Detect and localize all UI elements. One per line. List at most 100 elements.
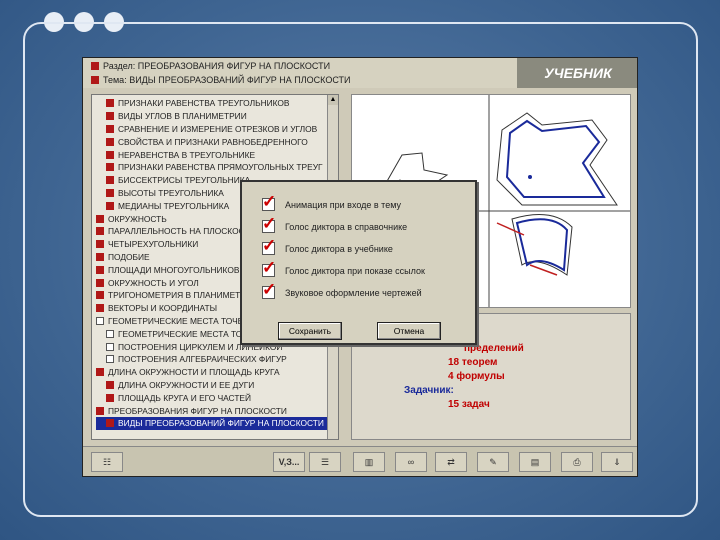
option-checkbox[interactable]: ✓ — [262, 215, 276, 233]
red-box-icon — [106, 99, 114, 108]
empty-box-icon — [96, 316, 104, 325]
dialog-option: ✓ Голос диктора в справочнике — [262, 215, 408, 233]
tree-item-label: ОКРУЖНОСТЬ И УГОЛ — [108, 277, 199, 288]
tree-item[interactable]: ПРИЗНАКИ РАВЕНСТВА ТРЕУГОЛЬНИКОВ — [96, 97, 328, 110]
section-row: Раздел: ПРЕОБРАЗОВАНИЯ ФИГУР НА ПЛОСКОСТ… — [91, 61, 330, 71]
tree-item-label: ДЛИНА ОКРУЖНОСТИ И ПЛОЩАДЬ КРУГА — [108, 367, 280, 378]
tree-item[interactable]: ДЛИНА ОКРУЖНОСТИ И ЕЕ ДУГИ — [96, 379, 328, 392]
red-box-icon — [96, 368, 104, 377]
dialog-option: ✓ Голос диктора при показе ссылок — [262, 259, 425, 277]
option-label: Анимация при входе в тему — [285, 199, 401, 210]
red-box-icon — [96, 278, 104, 287]
option-label: Звуковое оформление чертежей — [285, 287, 422, 298]
empty-box-icon — [106, 329, 114, 338]
red-box-icon — [96, 291, 104, 300]
check-icon: ✓ — [262, 192, 277, 211]
tree-item-label: ОКРУЖНОСТЬ — [108, 213, 167, 224]
arrows-icon[interactable]: ⇄ — [435, 452, 467, 472]
tree-item-label: ПРЕОБРАЗОВАНИЯ ФИГУР НА ПЛОСКОСТИ — [108, 405, 287, 416]
cancel-button[interactable]: Отмена — [377, 322, 441, 340]
toolbar: ☷ V,З... ☰ ▥ ∞ ⇄ ✎ ▤ ⎙ ⇓ — [83, 446, 637, 476]
tree-item[interactable]: ВИДЫ УГЛОВ В ПЛАНИМЕТРИИ — [96, 110, 328, 123]
option-label: Голос диктора в учебнике — [285, 243, 393, 254]
tree-item-label: ГЕОМЕТРИЧЕСКИЕ МЕСТА ТОЧЕК — [108, 315, 249, 326]
option-checkbox[interactable]: ✓ — [262, 193, 276, 211]
tree-item[interactable]: ВИДЫ ПРЕОБРАЗОВАНИЙ ФИГУР НА ПЛОСКОСТИ — [96, 416, 328, 430]
contents-icon[interactable]: ☷ — [91, 452, 123, 472]
red-box-icon — [96, 304, 104, 313]
tree-item-label: ТРИГОНОМЕТРИЯ В ПЛАНИМЕТРИИ — [108, 290, 258, 301]
dialog-option: ✓ Звуковое оформление чертежей — [262, 281, 422, 299]
tree-item-label: ВИДЫ УГЛОВ В ПЛАНИМЕТРИИ — [118, 111, 247, 122]
empty-box-icon — [106, 342, 114, 351]
red-box-icon — [96, 265, 104, 274]
tree-item[interactable]: ДЛИНА ОКРУЖНОСТИ И ПЛОЩАДЬ КРУГА — [96, 366, 328, 379]
tree-item-label: СВОЙСТВА И ПРИЗНАКИ РАВНОБЕДРЕННОГО — [118, 136, 308, 147]
red-box-icon — [106, 176, 114, 185]
save-button[interactable]: Сохранить — [278, 322, 342, 340]
info-theorems: 18 теорем — [448, 357, 498, 368]
tree-item-label: ЧЕТЫРЕХУГОЛЬНИКИ — [108, 239, 199, 250]
tree-item-label: ГЕОМЕТРИЧЕСКИЕ МЕСТА ТОЧЕК — [118, 328, 259, 339]
tree-item[interactable]: ПЛОЩАДЬ КРУГА И ЕГО ЧАСТЕЙ — [96, 391, 328, 404]
exit-icon[interactable]: ⇓ — [601, 452, 633, 472]
tree-item-label: ВЫСОТЫ ТРЕУГОЛЬНИКА — [118, 187, 224, 198]
section-marker — [91, 62, 99, 70]
info-tasks: 15 задач — [448, 399, 490, 410]
tree-item-label: НЕРАВЕНСТВА В ТРЕУГОЛЬНИКЕ — [118, 149, 256, 160]
book-icon[interactable]: ▥ — [353, 452, 385, 472]
glasses-icon[interactable]: ∞ — [395, 452, 427, 472]
red-box-icon — [106, 112, 114, 121]
tree-item-label: БИССЕКТРИСЫ ТРЕУГОЛЬНИКА — [118, 175, 251, 186]
red-box-icon — [96, 252, 104, 261]
option-checkbox[interactable]: ✓ — [262, 237, 276, 255]
tree-item-label: ПАРАЛЛЕЛЬНОСТЬ НА ПЛОСКОСТИ — [108, 226, 256, 237]
tree-item-label: ПЛОЩАДЬ КРУГА И ЕГО ЧАСТЕЙ — [118, 392, 252, 403]
check-icon: ✓ — [262, 236, 277, 255]
topic-marker — [91, 76, 99, 84]
tree-item[interactable]: ПРИЗНАКИ РАВЕНСТВА ПРЯМОУГОЛЬНЫХ ТРЕУГ — [96, 161, 328, 174]
info-taskbook: Задачник: — [404, 385, 454, 396]
red-box-icon — [106, 163, 114, 172]
tree-item-label: МЕДИАНЫ ТРЕУГОЛЬНИКА — [118, 200, 230, 211]
tree-item[interactable]: СВОЙСТВА И ПРИЗНАКИ РАВНОБЕДРЕННОГО — [96, 135, 328, 148]
option-label: Голос диктора в справочнике — [285, 221, 408, 232]
red-box-icon — [106, 201, 114, 210]
tree-item-label: ПРИЗНАКИ РАВЕНСТВА ТРЕУГОЛЬНИКОВ — [118, 98, 290, 109]
red-box-icon — [106, 380, 114, 389]
red-box-icon — [106, 188, 114, 197]
section-label: Раздел: ПРЕОБРАЗОВАНИЯ ФИГУР НА ПЛОСКОСТ… — [103, 61, 331, 71]
tree-item[interactable]: НЕРАВЕНСТВА В ТРЕУГОЛЬНИКЕ — [96, 148, 328, 161]
tree-item-label: ПОСТРОЕНИЯ АЛГЕБРАИЧЕСКИХ ФИГУР — [118, 354, 287, 365]
info-formulas: 4 формулы — [448, 371, 505, 382]
vz-button[interactable]: V,З... — [273, 452, 305, 472]
tree-item-label: ВЕКТОРЫ И КООРДИНАТЫ — [108, 303, 218, 314]
option-checkbox[interactable]: ✓ — [262, 281, 276, 299]
tree-item[interactable]: ПОСТРОЕНИЯ АЛГЕБРАИЧЕСКИХ ФИГУР — [96, 353, 328, 366]
topic-label: Тема: ВИДЫ ПРЕОБРАЗОВАНИЙ ФИГУР НА ПЛОСК… — [103, 75, 351, 85]
red-box-icon — [106, 393, 114, 402]
red-box-icon — [96, 227, 104, 236]
header: Раздел: ПРЕОБРАЗОВАНИЯ ФИГУР НА ПЛОСКОСТ… — [83, 58, 637, 88]
print-icon[interactable]: ⎙ — [561, 452, 593, 472]
red-box-icon — [106, 137, 114, 146]
tree-item-label: СРАВНЕНИЕ И ИЗМЕРЕНИЕ ОТРЕЗКОВ И УГЛОВ — [118, 123, 318, 134]
tool-icon[interactable]: ✎ — [477, 452, 509, 472]
scroll-up-icon[interactable]: ▲ — [328, 95, 338, 105]
tree-item[interactable]: СРАВНЕНИЕ И ИЗМЕРЕНИЕ ОТРЕЗКОВ И УГЛОВ — [96, 123, 328, 136]
tree-item-label: ПОДОБИЕ — [108, 251, 150, 262]
dialog-option: ✓ Анимация при входе в тему — [262, 193, 401, 211]
red-box-icon — [96, 406, 104, 415]
tree-item[interactable]: ПРЕОБРАЗОВАНИЯ ФИГУР НА ПЛОСКОСТИ — [96, 404, 328, 417]
settings-icon[interactable]: ☰ — [309, 452, 341, 472]
red-box-icon — [96, 240, 104, 249]
tree-item-label: ДЛИНА ОКРУЖНОСТИ И ЕЕ ДУГИ — [118, 379, 255, 390]
chart-icon[interactable]: ▤ — [519, 452, 551, 472]
tree-item-label: ВИДЫ ПРЕОБРАЗОВАНИЙ ФИГУР НА ПЛОСКОСТИ — [118, 418, 324, 429]
red-box-icon — [106, 150, 114, 159]
option-checkbox[interactable]: ✓ — [262, 259, 276, 277]
empty-box-icon — [106, 355, 114, 364]
check-icon: ✓ — [262, 214, 277, 233]
tree-item-label: ПЛОЩАДИ МНОГОУГОЛЬНИКОВ — [108, 264, 240, 275]
tree-item-label: ПРИЗНАКИ РАВЕНСТВА ПРЯМОУГОЛЬНЫХ ТРЕУГ — [118, 162, 323, 173]
